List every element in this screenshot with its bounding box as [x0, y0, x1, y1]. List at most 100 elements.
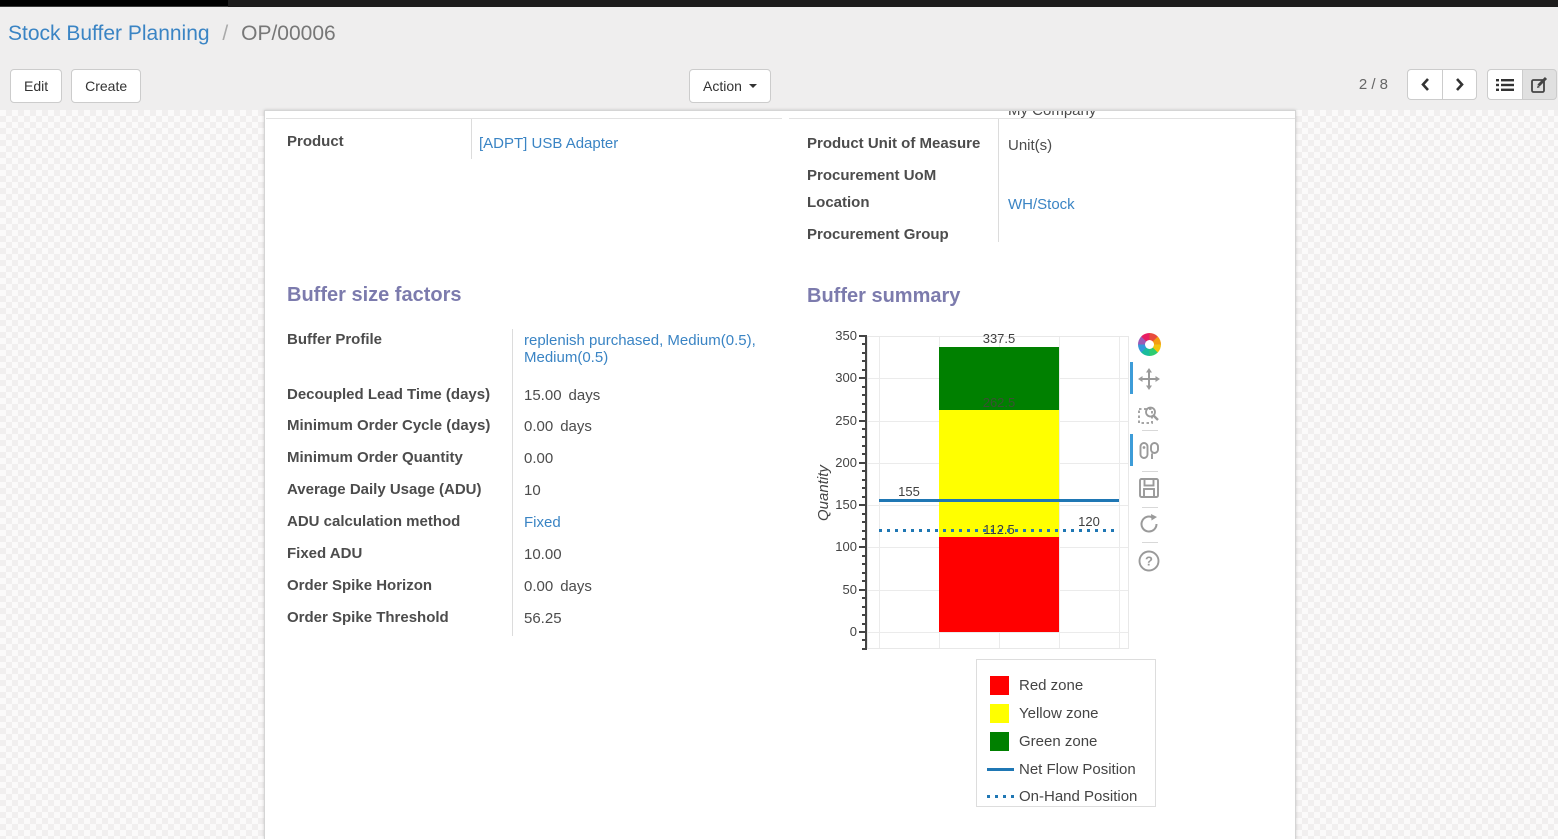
- y-tick: [859, 335, 867, 337]
- group-separator: [512, 329, 513, 636]
- legend-item-red-zone[interactable]: Red zone: [1019, 677, 1083, 694]
- field-label-location: Location: [807, 194, 870, 211]
- action-button[interactable]: Action: [689, 69, 771, 103]
- breadcrumb-current: OP/00006: [241, 22, 336, 45]
- field-value-location[interactable]: WH/Stock: [1008, 196, 1075, 213]
- y-minor-tick: [862, 538, 867, 540]
- on-hand-position-line-sample: [987, 795, 1018, 798]
- y-axis-title: Quantity: [815, 465, 832, 521]
- y-minor-tick: [862, 521, 867, 523]
- y-minor-tick: [862, 436, 867, 438]
- field-label-decoupled-lead-time-days: Decoupled Lead Time (days): [287, 386, 490, 403]
- caret-down-icon: [749, 84, 757, 88]
- net-flow-position-line-sample: [987, 768, 1014, 771]
- save-icon[interactable]: [1137, 476, 1161, 500]
- field-value-minimum-order-cycle-days: 0.00days: [524, 418, 592, 435]
- y-minor-tick: [862, 470, 867, 472]
- y-tick: [859, 377, 867, 379]
- red-zone-bar[interactable]: [939, 537, 1059, 632]
- pan-icon[interactable]: [1137, 367, 1161, 391]
- y-tick-label: 350: [819, 328, 857, 343]
- create-button[interactable]: Create: [71, 69, 141, 103]
- net-flow-value-label: 155: [881, 484, 937, 499]
- form-sheet: My Company Product [ADPT] USB Adapter Pr…: [264, 110, 1296, 839]
- y-minor-tick: [862, 428, 867, 430]
- screen: Stock Buffer Planning / OP/00006 Edit Cr…: [0, 0, 1558, 839]
- y-minor-tick: [862, 394, 867, 396]
- y-minor-tick: [862, 453, 867, 455]
- refresh-icon[interactable]: [1137, 512, 1161, 536]
- field-value-buffer-profile[interactable]: replenish purchased, Medium(0.5), Medium…: [524, 332, 776, 366]
- modebar-separator: [1142, 542, 1158, 543]
- breadcrumb-parent-link[interactable]: Stock Buffer Planning: [8, 22, 210, 45]
- y-tick: [859, 504, 867, 506]
- y-tick: [859, 589, 867, 591]
- field-label-average-daily-usage-adu: Average Daily Usage (ADU): [287, 481, 482, 498]
- y-tick: [859, 420, 867, 422]
- red-zone-swatch: [990, 676, 1009, 695]
- row-divider: [266, 118, 782, 119]
- breadcrumb-separator: /: [222, 22, 228, 45]
- y-minor-tick: [862, 513, 867, 515]
- legend-item-on-hand-position[interactable]: On-Hand Position: [1019, 788, 1137, 805]
- y-minor-tick: [862, 580, 867, 582]
- y-minor-tick: [862, 411, 867, 413]
- help-icon[interactable]: ?: [1137, 549, 1161, 573]
- modebar-active-indicator: [1130, 362, 1133, 394]
- y-tick: [859, 546, 867, 548]
- pager-previous-button[interactable]: [1407, 69, 1442, 100]
- buffer-size-factors-title: Buffer size factors: [287, 284, 462, 307]
- chevron-right-icon: [1454, 77, 1465, 92]
- field-value-minimum-order-quantity: 0.00: [524, 450, 553, 467]
- legend-item-green-zone[interactable]: Green zone: [1019, 733, 1097, 750]
- field-label-fixed-adu: Fixed ADU: [287, 545, 362, 562]
- field-label-buffer-profile: Buffer Profile: [287, 331, 382, 348]
- y-minor-tick: [862, 369, 867, 371]
- hover-compare-icon[interactable]: [1137, 439, 1161, 463]
- field-label-adu-calculation-method: ADU calculation method: [287, 513, 460, 530]
- top-window-bar: [0, 0, 1558, 7]
- legend-item-net-flow-position[interactable]: Net Flow Position: [1019, 761, 1136, 778]
- control-panel: Edit Create Action 2 / 8: [0, 65, 1558, 110]
- y-minor-tick: [862, 530, 867, 532]
- green-zone-bottom-label: 262.5: [939, 395, 1059, 410]
- red-zone-top-label: 112.5: [939, 522, 1059, 537]
- product-label: Product: [287, 133, 344, 150]
- modebar-separator: [1142, 471, 1158, 472]
- list-view-icon: [1496, 78, 1514, 92]
- legend-item-yellow-zone[interactable]: Yellow zone: [1019, 705, 1099, 722]
- modebar-separator: [1142, 430, 1158, 431]
- content-area: My Company Product [ADPT] USB Adapter Pr…: [0, 110, 1558, 839]
- buffer-summary-chart: 050100150200250300350 Quantity 337.5 262…: [807, 326, 1173, 816]
- form-view-button[interactable]: [1522, 69, 1557, 100]
- net-flow-position-line[interactable]: [879, 499, 1119, 502]
- list-view-button[interactable]: [1487, 69, 1522, 100]
- edit-button[interactable]: Edit: [10, 69, 62, 103]
- group-separator: [998, 119, 999, 242]
- pager-next-button[interactable]: [1442, 69, 1477, 100]
- yellow-zone-swatch: [990, 704, 1009, 723]
- field-value-average-daily-usage-adu: 10: [524, 482, 541, 499]
- product-value-link[interactable]: [ADPT] USB Adapter: [479, 135, 618, 152]
- y-tick: [859, 462, 867, 464]
- yellow-zone-bar[interactable]: [939, 410, 1059, 537]
- y-minor-tick: [862, 403, 867, 405]
- zoom-icon[interactable]: [1137, 402, 1161, 426]
- action-button-label: Action: [703, 78, 742, 94]
- field-value-adu-calculation-method[interactable]: Fixed: [524, 514, 561, 531]
- field-value-decoupled-lead-time-days: 15.00days: [524, 387, 600, 404]
- field-unit-decoupled-lead-time-days: days: [569, 387, 601, 404]
- y-tick-label: 100: [819, 539, 857, 554]
- y-minor-tick: [862, 360, 867, 362]
- on-hand-value-label: 120: [1059, 514, 1119, 529]
- y-minor-tick: [862, 479, 867, 481]
- y-minor-tick: [862, 563, 867, 565]
- y-minor-tick: [862, 352, 867, 354]
- breadcrumb: Stock Buffer Planning / OP/00006: [0, 7, 1558, 65]
- form-view-icon: [1531, 76, 1549, 93]
- plotly-logo-icon[interactable]: [1137, 332, 1161, 356]
- y-minor-tick: [862, 639, 867, 641]
- field-label-minimum-order-quantity: Minimum Order Quantity: [287, 449, 463, 466]
- y-minor-tick: [862, 572, 867, 574]
- y-minor-tick: [862, 487, 867, 489]
